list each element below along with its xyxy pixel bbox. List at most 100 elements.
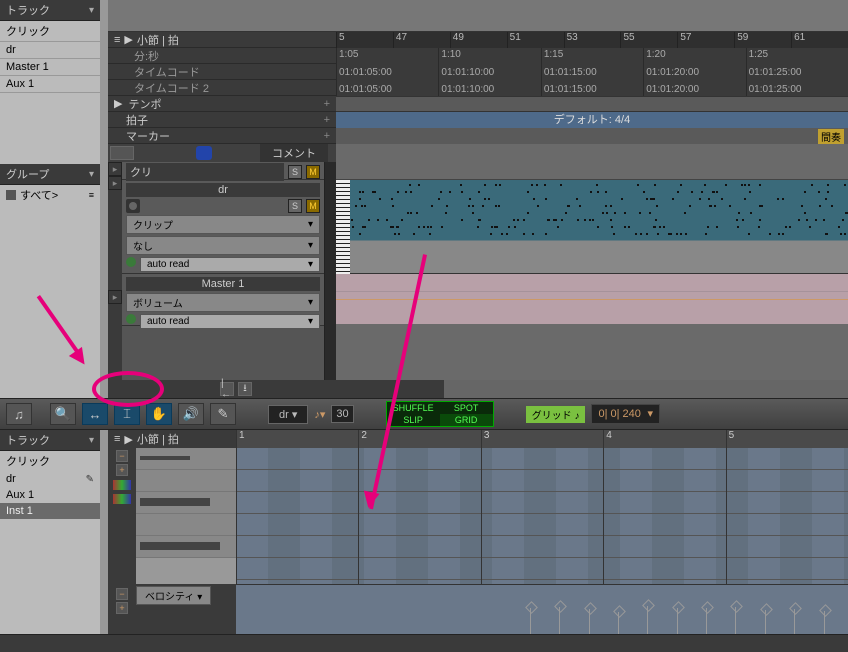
pencil-tool-icon[interactable]: ✎ — [210, 403, 236, 425]
track-expand-icon[interactable]: ▸ — [108, 162, 122, 176]
group-all[interactable]: すべて> ≡ — [0, 185, 100, 205]
meter-lane[interactable]: デフォルト: 4/4 — [336, 112, 848, 128]
tracklist-item-aux1[interactable]: Aux 1 — [0, 76, 100, 93]
time-column: 1:2001:01:20:0001:01:20:00 — [643, 48, 745, 96]
pencil-icon[interactable]: ✎ — [86, 474, 94, 485]
ruler-bars-beats[interactable]: ≡▶ 小節 | 拍 — [108, 32, 336, 48]
midi-track-inst1[interactable]: Inst 1 — [0, 503, 100, 519]
ruler-tempo[interactable]: ▶テンポ+ — [108, 96, 336, 112]
plus-icon[interactable]: + — [324, 130, 330, 142]
mode-shuffle[interactable]: SHUFFLE — [387, 402, 440, 414]
midi-track-click[interactable]: クリック — [0, 451, 100, 471]
color-bar-icon[interactable] — [113, 494, 131, 504]
bar-number: 51 — [507, 32, 564, 48]
tracklist-item-dr[interactable]: dr — [0, 42, 100, 59]
mute-button[interactable]: M — [306, 165, 320, 179]
zoom-in-icon[interactable]: + — [116, 602, 128, 614]
zoom-out-icon[interactable]: − — [116, 450, 128, 462]
drum-row[interactable] — [136, 492, 236, 514]
midi-tracks-header[interactable]: トラック ▾ — [0, 430, 100, 451]
tracklist-item-master1[interactable]: Master 1 — [0, 59, 100, 76]
trim-tool-icon[interactable]: ↔ — [82, 403, 108, 425]
moon-icon[interactable] — [196, 146, 212, 160]
solo-button[interactable]: S — [288, 165, 302, 179]
drum-row[interactable] — [136, 514, 236, 536]
solo-button[interactable]: S — [288, 199, 302, 213]
tempo-lane[interactable] — [336, 96, 848, 112]
track-lane-bottom[interactable] — [444, 380, 848, 398]
grid-chip[interactable]: グリッド ♪ — [526, 406, 586, 423]
selector-tool-icon[interactable]: ⌶ — [114, 403, 140, 425]
color-bar-icon[interactable] — [113, 480, 131, 490]
automation-mode[interactable]: auto read▾ — [140, 257, 320, 272]
drum-row[interactable] — [136, 470, 236, 492]
group-menu-icon[interactable]: ≡ — [89, 190, 94, 200]
velocity-lane[interactable] — [236, 584, 848, 634]
note-icon[interactable]: ♫ — [6, 403, 32, 425]
splitter[interactable] — [100, 430, 108, 634]
note-value[interactable]: 30 — [331, 405, 353, 423]
track-expand-icon[interactable]: ▸ — [108, 290, 122, 304]
clip-lane-kuri[interactable] — [336, 162, 848, 180]
track-header-kuri[interactable]: クリ S M — [122, 162, 324, 180]
auto-dot-icon[interactable] — [126, 257, 136, 267]
automation-mode[interactable]: auto read▾ — [140, 314, 320, 329]
mode-slip[interactable]: SLIP — [387, 414, 440, 426]
midi-bar-ruler[interactable]: 12345 — [236, 430, 848, 448]
track-expand-icon[interactable]: ▸ — [108, 176, 122, 190]
ruler-meter[interactable]: 拍子+ — [108, 112, 336, 128]
group-checkbox-icon[interactable] — [6, 190, 16, 200]
bar-number: 57 — [677, 32, 734, 48]
auto-dot-icon[interactable] — [126, 314, 136, 324]
track-header-dr[interactable]: dr S M クリップ▾ なし▾ auto read▾ — [122, 180, 324, 274]
zoom-in-icon[interactable]: + — [116, 464, 128, 476]
drum-row[interactable] — [136, 448, 236, 470]
midi-note-grid[interactable] — [236, 448, 848, 584]
ruler-min-sec[interactable]: 分:秒 — [108, 48, 336, 64]
chevron-down-icon[interactable]: ▾ — [89, 169, 94, 180]
velocity-selector[interactable]: ベロシティ ▾ — [136, 586, 211, 605]
clip-lane-master[interactable] — [336, 274, 848, 324]
download-icon[interactable]: ⭳ — [238, 382, 252, 396]
track-insert-selector[interactable]: なし▾ — [126, 236, 320, 255]
triangle-icon: ▶ — [124, 433, 132, 446]
time-ruler[interactable]: 1:0501:01:05:0001:01:05:001:1001:01:10:0… — [336, 48, 848, 96]
track-selector[interactable]: dr ▾ — [268, 405, 308, 424]
ruler-markers[interactable]: マーカー+ — [108, 128, 336, 144]
chevron-down-icon[interactable]: ▾ — [89, 5, 94, 16]
mode-grid[interactable]: GRID — [440, 414, 493, 426]
clip-lane-dr[interactable] — [336, 180, 848, 274]
scrub-tool-icon[interactable]: 🔊 — [178, 403, 204, 425]
track-view-selector[interactable]: クリップ▾ — [126, 215, 320, 234]
chevron-down-icon[interactable]: ▾ — [89, 435, 94, 446]
midi-track-aux1[interactable]: Aux 1 — [0, 487, 100, 503]
track-view-selector[interactable]: ボリューム▾ — [126, 293, 320, 312]
track-lanes[interactable] — [336, 162, 848, 380]
zoom-out-icon[interactable]: − — [116, 588, 128, 600]
midi-track-dr[interactable]: dr✎ — [0, 471, 100, 487]
plus-icon[interactable]: + — [324, 114, 330, 126]
ruler-timecode[interactable]: タイムコード — [108, 64, 336, 80]
record-button[interactable] — [126, 199, 140, 213]
drum-row[interactable] — [136, 536, 236, 558]
bar-ruler[interactable]: 54749515355575961 — [336, 32, 848, 48]
tracklist-item-click[interactable]: クリック — [0, 21, 100, 42]
mode-spot[interactable]: SPOT — [440, 402, 493, 414]
mute-button[interactable]: M — [306, 199, 320, 213]
marker-lane[interactable]: 間奏 — [336, 128, 848, 144]
zoom-icon[interactable]: 🔍 — [50, 403, 76, 425]
view-icon[interactable] — [110, 146, 134, 160]
counter[interactable]: 0| 0| 240 ▾ — [591, 404, 660, 424]
plus-icon[interactable]: + — [324, 98, 330, 110]
track-header-master[interactable]: Master 1 ボリューム▾ auto read▾ — [122, 274, 324, 326]
tracks-panel-header[interactable]: トラック ▾ — [0, 0, 100, 21]
midi-track-list: クリック dr✎ Aux 1 Inst 1 — [0, 451, 100, 634]
rewind-icon[interactable]: |← — [220, 382, 234, 396]
grabber-tool-icon[interactable]: ✋ — [146, 403, 172, 425]
triangle-icon: ▶ — [124, 33, 132, 46]
ruler-timecode2[interactable]: タイムコード 2 — [108, 80, 336, 96]
splitter[interactable] — [100, 0, 108, 398]
marker-tag[interactable]: 間奏 — [818, 129, 844, 144]
midi-ruler-label[interactable]: ≡▶ 小節 | 拍 — [108, 430, 236, 448]
groups-panel-header[interactable]: グループ ▾ — [0, 164, 100, 185]
